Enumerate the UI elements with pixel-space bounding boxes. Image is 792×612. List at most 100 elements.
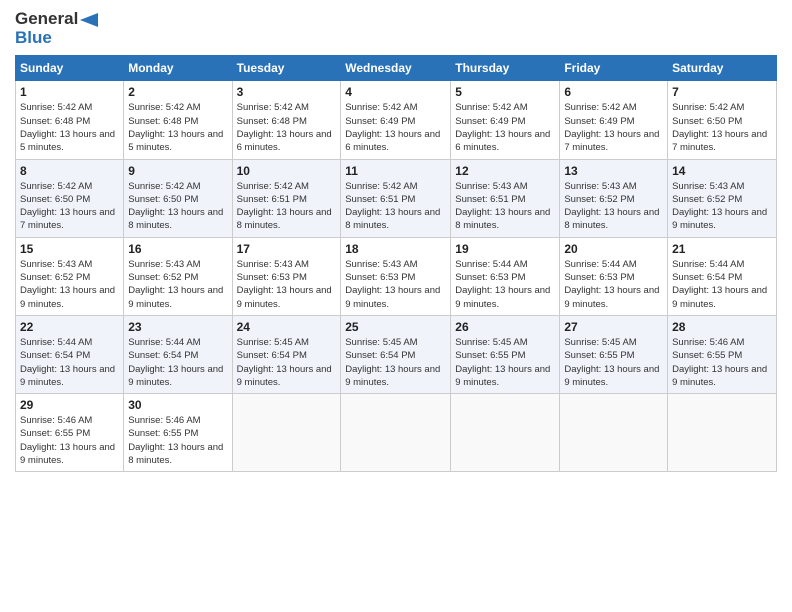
calendar-cell (232, 394, 341, 472)
day-info: Sunrise: 5:46 AM Sunset: 6:55 PM Dayligh… (20, 414, 119, 467)
day-number: 29 (20, 398, 119, 412)
calendar-cell: 29 Sunrise: 5:46 AM Sunset: 6:55 PM Dayl… (16, 394, 124, 472)
day-number: 3 (237, 85, 337, 99)
calendar-cell: 11 Sunrise: 5:42 AM Sunset: 6:51 PM Dayl… (341, 159, 451, 237)
calendar-cell: 9 Sunrise: 5:42 AM Sunset: 6:50 PM Dayli… (124, 159, 232, 237)
calendar-header-saturday: Saturday (668, 56, 777, 81)
day-number: 14 (672, 164, 772, 178)
day-info: Sunrise: 5:44 AM Sunset: 6:53 PM Dayligh… (455, 258, 555, 311)
page: General Blue SundayMondayTuesdayWednesda… (0, 0, 792, 612)
day-info: Sunrise: 5:42 AM Sunset: 6:50 PM Dayligh… (128, 180, 227, 233)
week-row-1: 1 Sunrise: 5:42 AM Sunset: 6:48 PM Dayli… (16, 81, 777, 159)
calendar-cell: 22 Sunrise: 5:44 AM Sunset: 6:54 PM Dayl… (16, 315, 124, 393)
day-info: Sunrise: 5:43 AM Sunset: 6:52 PM Dayligh… (20, 258, 119, 311)
calendar-cell: 8 Sunrise: 5:42 AM Sunset: 6:50 PM Dayli… (16, 159, 124, 237)
day-number: 12 (455, 164, 555, 178)
day-info: Sunrise: 5:43 AM Sunset: 6:52 PM Dayligh… (128, 258, 227, 311)
day-number: 9 (128, 164, 227, 178)
week-row-5: 29 Sunrise: 5:46 AM Sunset: 6:55 PM Dayl… (16, 394, 777, 472)
day-info: Sunrise: 5:45 AM Sunset: 6:54 PM Dayligh… (345, 336, 446, 389)
calendar-cell: 13 Sunrise: 5:43 AM Sunset: 6:52 PM Dayl… (560, 159, 668, 237)
day-info: Sunrise: 5:45 AM Sunset: 6:55 PM Dayligh… (564, 336, 663, 389)
day-number: 10 (237, 164, 337, 178)
day-info: Sunrise: 5:45 AM Sunset: 6:54 PM Dayligh… (237, 336, 337, 389)
week-row-2: 8 Sunrise: 5:42 AM Sunset: 6:50 PM Dayli… (16, 159, 777, 237)
day-number: 6 (564, 85, 663, 99)
calendar-cell: 16 Sunrise: 5:43 AM Sunset: 6:52 PM Dayl… (124, 237, 232, 315)
calendar-cell: 18 Sunrise: 5:43 AM Sunset: 6:53 PM Dayl… (341, 237, 451, 315)
day-info: Sunrise: 5:42 AM Sunset: 6:50 PM Dayligh… (20, 180, 119, 233)
week-row-3: 15 Sunrise: 5:43 AM Sunset: 6:52 PM Dayl… (16, 237, 777, 315)
calendar-cell: 19 Sunrise: 5:44 AM Sunset: 6:53 PM Dayl… (451, 237, 560, 315)
calendar-cell (341, 394, 451, 472)
calendar-cell (668, 394, 777, 472)
calendar-header-friday: Friday (560, 56, 668, 81)
calendar-cell: 10 Sunrise: 5:42 AM Sunset: 6:51 PM Dayl… (232, 159, 341, 237)
calendar-cell: 12 Sunrise: 5:43 AM Sunset: 6:51 PM Dayl… (451, 159, 560, 237)
calendar-cell: 14 Sunrise: 5:43 AM Sunset: 6:52 PM Dayl… (668, 159, 777, 237)
day-number: 4 (345, 85, 446, 99)
day-number: 13 (564, 164, 663, 178)
day-info: Sunrise: 5:42 AM Sunset: 6:49 PM Dayligh… (564, 101, 663, 154)
day-number: 17 (237, 242, 337, 256)
day-number: 27 (564, 320, 663, 334)
calendar-cell: 20 Sunrise: 5:44 AM Sunset: 6:53 PM Dayl… (560, 237, 668, 315)
day-info: Sunrise: 5:42 AM Sunset: 6:49 PM Dayligh… (455, 101, 555, 154)
logo: General Blue (15, 10, 98, 47)
calendar-cell (451, 394, 560, 472)
calendar-cell: 25 Sunrise: 5:45 AM Sunset: 6:54 PM Dayl… (341, 315, 451, 393)
calendar-cell: 27 Sunrise: 5:45 AM Sunset: 6:55 PM Dayl… (560, 315, 668, 393)
day-number: 20 (564, 242, 663, 256)
calendar-cell: 28 Sunrise: 5:46 AM Sunset: 6:55 PM Dayl… (668, 315, 777, 393)
calendar-cell (560, 394, 668, 472)
day-info: Sunrise: 5:45 AM Sunset: 6:55 PM Dayligh… (455, 336, 555, 389)
calendar-header-monday: Monday (124, 56, 232, 81)
header: General Blue (15, 10, 777, 47)
calendar-header-sunday: Sunday (16, 56, 124, 81)
calendar-cell: 17 Sunrise: 5:43 AM Sunset: 6:53 PM Dayl… (232, 237, 341, 315)
day-number: 1 (20, 85, 119, 99)
calendar-header-tuesday: Tuesday (232, 56, 341, 81)
week-row-4: 22 Sunrise: 5:44 AM Sunset: 6:54 PM Dayl… (16, 315, 777, 393)
calendar-cell: 15 Sunrise: 5:43 AM Sunset: 6:52 PM Dayl… (16, 237, 124, 315)
day-info: Sunrise: 5:43 AM Sunset: 6:52 PM Dayligh… (672, 180, 772, 233)
day-number: 19 (455, 242, 555, 256)
day-number: 22 (20, 320, 119, 334)
day-number: 30 (128, 398, 227, 412)
calendar-header-row: SundayMondayTuesdayWednesdayThursdayFrid… (16, 56, 777, 81)
day-number: 23 (128, 320, 227, 334)
day-info: Sunrise: 5:42 AM Sunset: 6:48 PM Dayligh… (237, 101, 337, 154)
day-number: 18 (345, 242, 446, 256)
day-number: 26 (455, 320, 555, 334)
day-info: Sunrise: 5:43 AM Sunset: 6:53 PM Dayligh… (237, 258, 337, 311)
calendar-cell: 3 Sunrise: 5:42 AM Sunset: 6:48 PM Dayli… (232, 81, 341, 159)
day-number: 8 (20, 164, 119, 178)
calendar-cell: 21 Sunrise: 5:44 AM Sunset: 6:54 PM Dayl… (668, 237, 777, 315)
calendar-cell: 5 Sunrise: 5:42 AM Sunset: 6:49 PM Dayli… (451, 81, 560, 159)
day-info: Sunrise: 5:42 AM Sunset: 6:51 PM Dayligh… (237, 180, 337, 233)
day-number: 2 (128, 85, 227, 99)
day-info: Sunrise: 5:43 AM Sunset: 6:52 PM Dayligh… (564, 180, 663, 233)
day-number: 25 (345, 320, 446, 334)
calendar-header-thursday: Thursday (451, 56, 560, 81)
calendar-cell: 30 Sunrise: 5:46 AM Sunset: 6:55 PM Dayl… (124, 394, 232, 472)
day-info: Sunrise: 5:44 AM Sunset: 6:54 PM Dayligh… (20, 336, 119, 389)
calendar-cell: 1 Sunrise: 5:42 AM Sunset: 6:48 PM Dayli… (16, 81, 124, 159)
calendar-cell: 6 Sunrise: 5:42 AM Sunset: 6:49 PM Dayli… (560, 81, 668, 159)
day-info: Sunrise: 5:42 AM Sunset: 6:49 PM Dayligh… (345, 101, 446, 154)
day-number: 5 (455, 85, 555, 99)
day-info: Sunrise: 5:42 AM Sunset: 6:48 PM Dayligh… (128, 101, 227, 154)
day-info: Sunrise: 5:46 AM Sunset: 6:55 PM Dayligh… (128, 414, 227, 467)
day-number: 28 (672, 320, 772, 334)
day-number: 15 (20, 242, 119, 256)
day-number: 24 (237, 320, 337, 334)
day-number: 7 (672, 85, 772, 99)
calendar-cell: 2 Sunrise: 5:42 AM Sunset: 6:48 PM Dayli… (124, 81, 232, 159)
calendar-cell: 24 Sunrise: 5:45 AM Sunset: 6:54 PM Dayl… (232, 315, 341, 393)
calendar-cell: 7 Sunrise: 5:42 AM Sunset: 6:50 PM Dayli… (668, 81, 777, 159)
calendar-table: SundayMondayTuesdayWednesdayThursdayFrid… (15, 55, 777, 472)
day-info: Sunrise: 5:44 AM Sunset: 6:53 PM Dayligh… (564, 258, 663, 311)
day-info: Sunrise: 5:42 AM Sunset: 6:48 PM Dayligh… (20, 101, 119, 154)
calendar-cell: 26 Sunrise: 5:45 AM Sunset: 6:55 PM Dayl… (451, 315, 560, 393)
day-info: Sunrise: 5:43 AM Sunset: 6:53 PM Dayligh… (345, 258, 446, 311)
